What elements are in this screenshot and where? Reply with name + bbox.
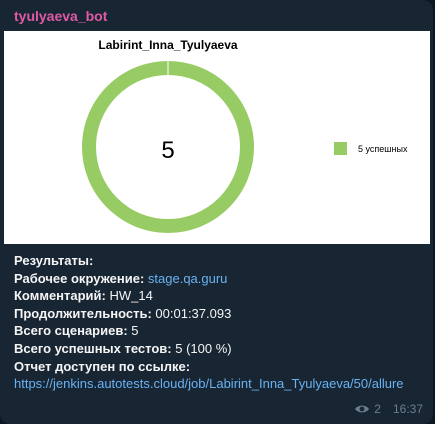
message-time: 16:37 bbox=[392, 402, 423, 416]
report-link[interactable]: https://jenkins.autotests.cloud/job/Labi… bbox=[14, 376, 404, 391]
duration-label: Продолжительность: bbox=[14, 305, 152, 321]
message-meta: 2 16:37 bbox=[354, 402, 423, 416]
chart-title: Labirint_Inna_Tyulyaeva bbox=[98, 38, 237, 52]
duration-row: Продолжительность: 00:01:37.093 bbox=[14, 305, 424, 323]
comment-label: Комментарий: bbox=[14, 288, 106, 304]
passed-label: Всего успешных тестов: bbox=[14, 340, 172, 356]
sender-name[interactable]: tyulyaeva_bot bbox=[14, 8, 107, 24]
scenarios-row: Всего сценариев: 5 bbox=[14, 322, 424, 340]
report-header: Результаты: bbox=[14, 253, 94, 268]
message-bubble: tyulyaeva_bot Labirint_Inna_Tyulyaeva 5 … bbox=[0, 0, 433, 424]
donut-chart: Labirint_Inna_Tyulyaeva 5 5 успешных bbox=[82, 38, 408, 233]
passed-row: Всего успешных тестов: 5 (100 %) bbox=[14, 340, 424, 358]
comment-value: HW_14 bbox=[109, 288, 153, 304]
comment-row: Комментарий: HW_14 bbox=[14, 287, 424, 305]
report-text: Результаты: Рабочее окружение: stage.qa.… bbox=[14, 252, 424, 393]
passed-value: 5 (100 %) bbox=[175, 340, 232, 356]
chart-center-label: 5 bbox=[161, 137, 174, 164]
link-label: Отчет доступен по ссылке: bbox=[14, 358, 191, 374]
legend-swatch bbox=[334, 142, 347, 155]
views-count: 2 bbox=[374, 402, 381, 416]
scenarios-label: Всего сценариев: bbox=[14, 323, 128, 339]
scenarios-value: 5 bbox=[131, 323, 139, 339]
env-row: Рабочее окружение: stage.qa.guru bbox=[14, 270, 424, 288]
views-eye-icon bbox=[355, 405, 370, 413]
duration-value: 00:01:37.093 bbox=[155, 305, 232, 321]
chart-legend: 5 успешных bbox=[334, 142, 408, 155]
env-label: Рабочее окружение: bbox=[14, 270, 145, 286]
chart-card[interactable]: Labirint_Inna_Tyulyaeva 5 5 успешных bbox=[4, 31, 430, 244]
env-link[interactable]: stage.qa.guru bbox=[148, 271, 228, 286]
legend-label: 5 успешных bbox=[358, 144, 408, 154]
